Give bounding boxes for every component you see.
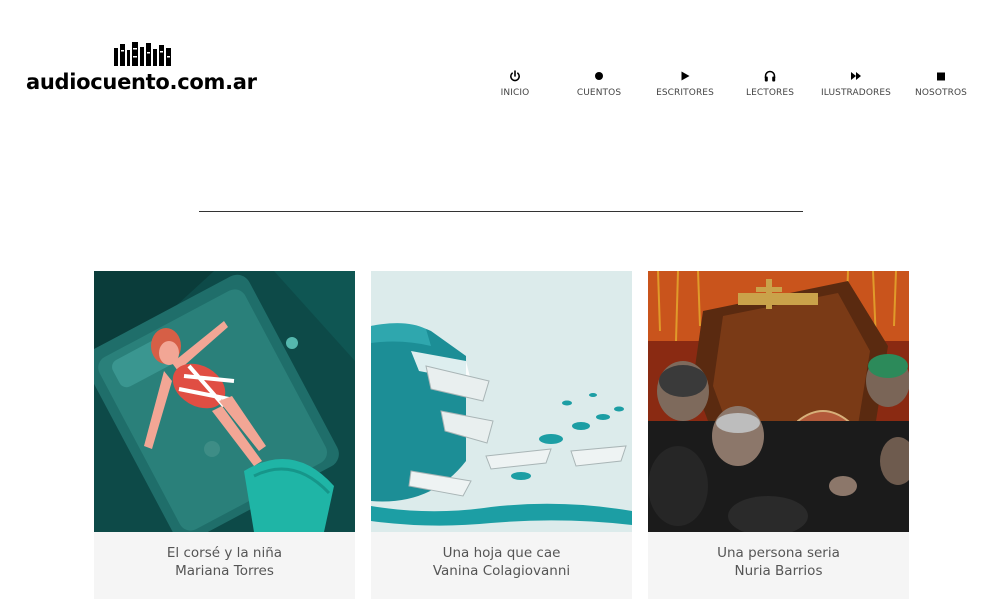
story-illustration [648, 271, 909, 532]
nav-label: INICIO [500, 88, 530, 98]
headphones-icon [725, 70, 815, 84]
nav-label: ILUSTRADORES [821, 88, 891, 98]
story-author: Vanina Colagiovanni [432, 563, 571, 579]
story-caption: El corsé y la niña Mariana Torres [94, 532, 355, 599]
nav-item-escritores[interactable]: ESCRITORES [640, 70, 730, 98]
story-author: Nuria Barrios [734, 563, 823, 579]
main-nav: INICIO CUENTOS ESCRITORES LECTORES ILUST… [470, 70, 990, 104]
nav-item-lectores[interactable]: LECTORES [725, 70, 815, 98]
story-card[interactable]: Una hoja que cae Vanina Colagiovanni [371, 271, 632, 601]
nav-label: ESCRITORES [656, 88, 714, 98]
nav-label: LECTORES [745, 88, 795, 98]
play-icon [640, 70, 730, 84]
story-caption: Una persona seria Nuria Barrios [648, 532, 909, 599]
dot-icon [554, 70, 644, 84]
stop-icon [896, 70, 986, 84]
nav-item-ilustradores[interactable]: ILUSTRADORES [811, 70, 901, 98]
story-illustration [371, 271, 632, 532]
story-card[interactable]: Una persona seria Nuria Barrios [648, 271, 909, 601]
power-icon [470, 70, 560, 84]
story-illustration [94, 271, 355, 532]
fast-forward-icon [811, 70, 901, 84]
nav-item-inicio[interactable]: INICIO [470, 70, 560, 98]
section-divider [199, 211, 803, 212]
story-card[interactable]: El corsé y la niña Mariana Torres [94, 271, 355, 601]
nav-item-cuentos[interactable]: CUENTOS [554, 70, 644, 98]
nav-item-nosotros[interactable]: NOSOTROS [896, 70, 986, 98]
books-icon [114, 42, 171, 66]
nav-label: CUENTOS [576, 88, 622, 98]
story-title: El corsé y la niña [166, 545, 283, 561]
story-title: Una hoja que cae [442, 545, 561, 561]
nav-label: NOSOTROS [915, 88, 967, 98]
logo-text: audiocuento.com.ar [26, 70, 257, 94]
story-caption: Una hoja que cae Vanina Colagiovanni [371, 532, 632, 599]
story-author: Mariana Torres [175, 563, 274, 579]
story-title: Una persona seria [717, 545, 840, 561]
